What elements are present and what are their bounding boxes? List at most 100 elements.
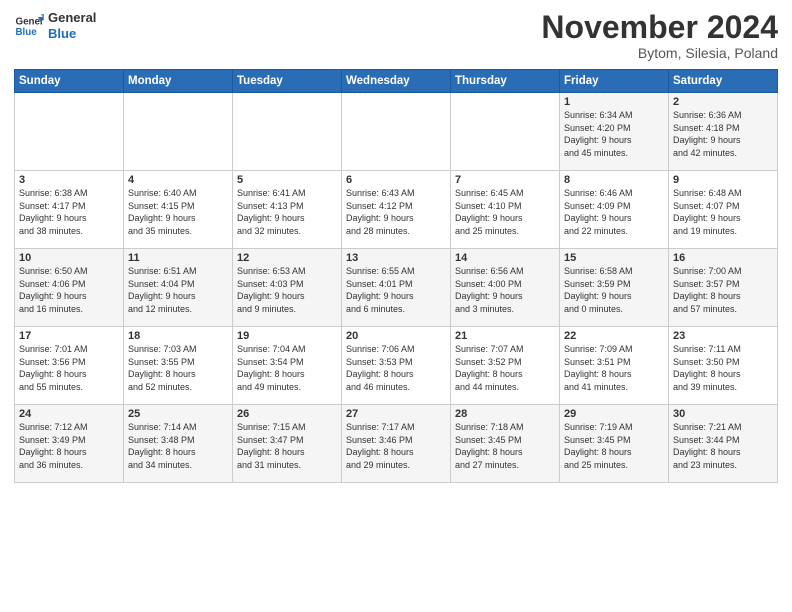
day-info: Sunrise: 6:40 AM Sunset: 4:15 PM Dayligh… bbox=[128, 187, 228, 237]
calendar-cell: 2Sunrise: 6:36 AM Sunset: 4:18 PM Daylig… bbox=[669, 93, 778, 171]
day-info: Sunrise: 7:07 AM Sunset: 3:52 PM Dayligh… bbox=[455, 343, 555, 393]
day-number: 2 bbox=[673, 96, 773, 108]
day-number: 20 bbox=[346, 330, 446, 342]
day-number: 5 bbox=[237, 174, 337, 186]
day-info: Sunrise: 6:36 AM Sunset: 4:18 PM Dayligh… bbox=[673, 109, 773, 159]
day-number: 18 bbox=[128, 330, 228, 342]
calendar-cell: 28Sunrise: 7:18 AM Sunset: 3:45 PM Dayli… bbox=[451, 405, 560, 483]
page-container: General Blue General Blue November 2024 … bbox=[0, 0, 792, 493]
day-number: 30 bbox=[673, 408, 773, 420]
day-info: Sunrise: 6:45 AM Sunset: 4:10 PM Dayligh… bbox=[455, 187, 555, 237]
day-info: Sunrise: 7:06 AM Sunset: 3:53 PM Dayligh… bbox=[346, 343, 446, 393]
logo: General Blue General Blue bbox=[14, 10, 96, 41]
day-info: Sunrise: 7:09 AM Sunset: 3:51 PM Dayligh… bbox=[564, 343, 664, 393]
calendar-cell: 15Sunrise: 6:58 AM Sunset: 3:59 PM Dayli… bbox=[560, 249, 669, 327]
day-info: Sunrise: 7:00 AM Sunset: 3:57 PM Dayligh… bbox=[673, 265, 773, 315]
calendar-cell bbox=[342, 93, 451, 171]
day-number: 15 bbox=[564, 252, 664, 264]
day-info: Sunrise: 6:55 AM Sunset: 4:01 PM Dayligh… bbox=[346, 265, 446, 315]
calendar-cell: 18Sunrise: 7:03 AM Sunset: 3:55 PM Dayli… bbox=[124, 327, 233, 405]
calendar-cell: 1Sunrise: 6:34 AM Sunset: 4:20 PM Daylig… bbox=[560, 93, 669, 171]
calendar-cell: 4Sunrise: 6:40 AM Sunset: 4:15 PM Daylig… bbox=[124, 171, 233, 249]
day-number: 16 bbox=[673, 252, 773, 264]
weekday-header-tuesday: Tuesday bbox=[233, 70, 342, 93]
calendar-cell: 23Sunrise: 7:11 AM Sunset: 3:50 PM Dayli… bbox=[669, 327, 778, 405]
weekday-header-sunday: Sunday bbox=[15, 70, 124, 93]
day-number: 19 bbox=[237, 330, 337, 342]
day-info: Sunrise: 7:18 AM Sunset: 3:45 PM Dayligh… bbox=[455, 421, 555, 471]
day-info: Sunrise: 6:58 AM Sunset: 3:59 PM Dayligh… bbox=[564, 265, 664, 315]
day-number: 4 bbox=[128, 174, 228, 186]
calendar-row-0: 1Sunrise: 6:34 AM Sunset: 4:20 PM Daylig… bbox=[15, 93, 778, 171]
calendar-cell: 16Sunrise: 7:00 AM Sunset: 3:57 PM Dayli… bbox=[669, 249, 778, 327]
weekday-header-wednesday: Wednesday bbox=[342, 70, 451, 93]
calendar-row-3: 17Sunrise: 7:01 AM Sunset: 3:56 PM Dayli… bbox=[15, 327, 778, 405]
calendar-table: SundayMondayTuesdayWednesdayThursdayFrid… bbox=[14, 69, 778, 483]
calendar-cell: 7Sunrise: 6:45 AM Sunset: 4:10 PM Daylig… bbox=[451, 171, 560, 249]
day-info: Sunrise: 7:03 AM Sunset: 3:55 PM Dayligh… bbox=[128, 343, 228, 393]
day-info: Sunrise: 6:41 AM Sunset: 4:13 PM Dayligh… bbox=[237, 187, 337, 237]
weekday-header-monday: Monday bbox=[124, 70, 233, 93]
day-number: 23 bbox=[673, 330, 773, 342]
day-info: Sunrise: 6:48 AM Sunset: 4:07 PM Dayligh… bbox=[673, 187, 773, 237]
day-info: Sunrise: 7:15 AM Sunset: 3:47 PM Dayligh… bbox=[237, 421, 337, 471]
day-number: 12 bbox=[237, 252, 337, 264]
day-number: 28 bbox=[455, 408, 555, 420]
day-number: 11 bbox=[128, 252, 228, 264]
calendar-cell bbox=[451, 93, 560, 171]
calendar-cell: 8Sunrise: 6:46 AM Sunset: 4:09 PM Daylig… bbox=[560, 171, 669, 249]
day-number: 8 bbox=[564, 174, 664, 186]
logo-icon: General Blue bbox=[14, 11, 44, 41]
calendar-cell: 11Sunrise: 6:51 AM Sunset: 4:04 PM Dayli… bbox=[124, 249, 233, 327]
calendar-cell: 10Sunrise: 6:50 AM Sunset: 4:06 PM Dayli… bbox=[15, 249, 124, 327]
weekday-header-saturday: Saturday bbox=[669, 70, 778, 93]
header-row: SundayMondayTuesdayWednesdayThursdayFrid… bbox=[15, 70, 778, 93]
day-info: Sunrise: 7:12 AM Sunset: 3:49 PM Dayligh… bbox=[19, 421, 119, 471]
day-info: Sunrise: 6:50 AM Sunset: 4:06 PM Dayligh… bbox=[19, 265, 119, 315]
day-info: Sunrise: 7:11 AM Sunset: 3:50 PM Dayligh… bbox=[673, 343, 773, 393]
calendar-cell: 17Sunrise: 7:01 AM Sunset: 3:56 PM Dayli… bbox=[15, 327, 124, 405]
day-number: 6 bbox=[346, 174, 446, 186]
day-number: 21 bbox=[455, 330, 555, 342]
day-info: Sunrise: 6:38 AM Sunset: 4:17 PM Dayligh… bbox=[19, 187, 119, 237]
header: General Blue General Blue November 2024 … bbox=[14, 10, 778, 61]
day-number: 25 bbox=[128, 408, 228, 420]
calendar-cell bbox=[124, 93, 233, 171]
weekday-header-friday: Friday bbox=[560, 70, 669, 93]
day-info: Sunrise: 6:51 AM Sunset: 4:04 PM Dayligh… bbox=[128, 265, 228, 315]
calendar-cell: 6Sunrise: 6:43 AM Sunset: 4:12 PM Daylig… bbox=[342, 171, 451, 249]
calendar-row-4: 24Sunrise: 7:12 AM Sunset: 3:49 PM Dayli… bbox=[15, 405, 778, 483]
day-number: 29 bbox=[564, 408, 664, 420]
day-info: Sunrise: 6:56 AM Sunset: 4:00 PM Dayligh… bbox=[455, 265, 555, 315]
day-info: Sunrise: 7:17 AM Sunset: 3:46 PM Dayligh… bbox=[346, 421, 446, 471]
calendar-cell: 13Sunrise: 6:55 AM Sunset: 4:01 PM Dayli… bbox=[342, 249, 451, 327]
day-info: Sunrise: 6:46 AM Sunset: 4:09 PM Dayligh… bbox=[564, 187, 664, 237]
calendar-cell: 29Sunrise: 7:19 AM Sunset: 3:45 PM Dayli… bbox=[560, 405, 669, 483]
day-info: Sunrise: 7:04 AM Sunset: 3:54 PM Dayligh… bbox=[237, 343, 337, 393]
svg-text:Blue: Blue bbox=[16, 27, 38, 38]
calendar-row-1: 3Sunrise: 6:38 AM Sunset: 4:17 PM Daylig… bbox=[15, 171, 778, 249]
calendar-cell: 22Sunrise: 7:09 AM Sunset: 3:51 PM Dayli… bbox=[560, 327, 669, 405]
day-number: 1 bbox=[564, 96, 664, 108]
day-number: 14 bbox=[455, 252, 555, 264]
day-info: Sunrise: 7:21 AM Sunset: 3:44 PM Dayligh… bbox=[673, 421, 773, 471]
calendar-cell: 5Sunrise: 6:41 AM Sunset: 4:13 PM Daylig… bbox=[233, 171, 342, 249]
day-number: 9 bbox=[673, 174, 773, 186]
calendar-cell: 21Sunrise: 7:07 AM Sunset: 3:52 PM Dayli… bbox=[451, 327, 560, 405]
day-number: 13 bbox=[346, 252, 446, 264]
calendar-cell bbox=[233, 93, 342, 171]
calendar-cell: 12Sunrise: 6:53 AM Sunset: 4:03 PM Dayli… bbox=[233, 249, 342, 327]
day-number: 10 bbox=[19, 252, 119, 264]
day-info: Sunrise: 7:01 AM Sunset: 3:56 PM Dayligh… bbox=[19, 343, 119, 393]
logo-line2: Blue bbox=[48, 26, 96, 42]
calendar-row-2: 10Sunrise: 6:50 AM Sunset: 4:06 PM Dayli… bbox=[15, 249, 778, 327]
calendar-cell: 9Sunrise: 6:48 AM Sunset: 4:07 PM Daylig… bbox=[669, 171, 778, 249]
day-info: Sunrise: 6:53 AM Sunset: 4:03 PM Dayligh… bbox=[237, 265, 337, 315]
calendar-cell: 19Sunrise: 7:04 AM Sunset: 3:54 PM Dayli… bbox=[233, 327, 342, 405]
calendar-cell: 26Sunrise: 7:15 AM Sunset: 3:47 PM Dayli… bbox=[233, 405, 342, 483]
day-number: 17 bbox=[19, 330, 119, 342]
calendar-cell: 30Sunrise: 7:21 AM Sunset: 3:44 PM Dayli… bbox=[669, 405, 778, 483]
calendar-cell: 20Sunrise: 7:06 AM Sunset: 3:53 PM Dayli… bbox=[342, 327, 451, 405]
logo-line1: General bbox=[48, 10, 96, 26]
calendar-cell bbox=[15, 93, 124, 171]
